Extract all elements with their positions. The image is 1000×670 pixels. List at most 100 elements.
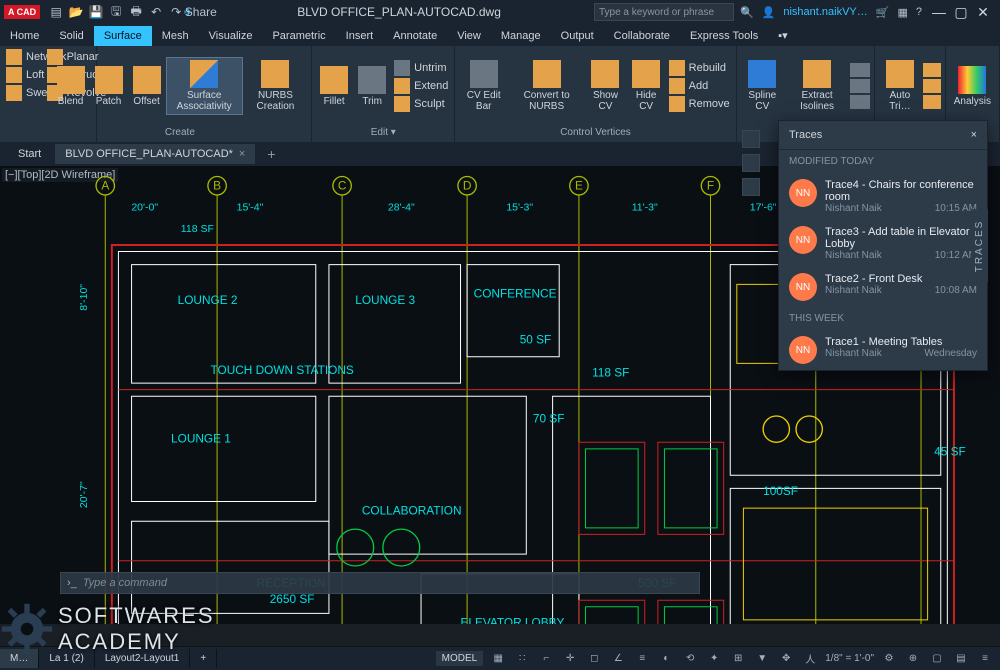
curve-extra-icon[interactable] xyxy=(850,63,870,77)
patch-button[interactable]: Patch xyxy=(91,64,127,109)
vp-cube-icon[interactable] xyxy=(742,154,760,172)
customize-icon[interactable]: ≡ xyxy=(976,650,994,668)
search-input[interactable]: Type a keyword or phrase xyxy=(594,3,734,21)
nurbs-creation-button[interactable]: NURBS Creation xyxy=(244,58,307,114)
hide-cv-button[interactable]: Hide CV xyxy=(628,58,665,114)
snap-icon[interactable]: ∷ xyxy=(513,650,531,668)
extract-isolines-button[interactable]: Extract Isolines xyxy=(786,58,848,114)
tab-manage[interactable]: Manage xyxy=(491,26,551,46)
trace-item[interactable]: NNTrace3 - Add table in Elevator LobbyNi… xyxy=(779,220,987,267)
traces-side-tab[interactable]: TRACES xyxy=(971,209,988,282)
traces-close-icon[interactable]: × xyxy=(971,129,977,141)
share-button[interactable]: ✈ Share xyxy=(188,4,204,20)
minimize-button[interactable]: — xyxy=(930,4,948,21)
3dosnap-icon[interactable]: ✦ xyxy=(705,650,723,668)
new-file-tab[interactable]: + xyxy=(259,146,283,162)
app-icon[interactable]: ▦ xyxy=(897,6,907,19)
analysis-button[interactable]: Analysis xyxy=(950,64,995,109)
tab-solid[interactable]: Solid xyxy=(49,26,93,46)
layout-tab-model[interactable]: M… xyxy=(0,649,39,668)
gizmo-icon[interactable]: ✥ xyxy=(777,650,795,668)
cmdline-chevron-icon[interactable]: ›_ xyxy=(61,577,83,589)
scale-readout[interactable]: 1/8" = 1'-0" xyxy=(825,653,874,664)
vp-nav-icon[interactable] xyxy=(742,178,760,196)
hardware-icon[interactable]: ▢ xyxy=(928,650,946,668)
help-icon[interactable]: ? xyxy=(916,6,922,18)
project-extra-icon[interactable] xyxy=(923,63,941,77)
spline-cv-button[interactable]: Spline CV xyxy=(741,58,784,114)
saveas-icon[interactable]: 🖫 xyxy=(108,4,124,20)
layout-tab-1[interactable]: La 1 (2) xyxy=(39,649,94,668)
filter-icon[interactable]: ▼ xyxy=(753,650,771,668)
file-tab-active[interactable]: BLVD OFFICE_PLAN-AUTOCAD*× xyxy=(55,144,255,164)
isolate-icon[interactable]: ⊕ xyxy=(904,650,922,668)
trace-item[interactable]: NNTrace2 - Front DeskNishant Naik10:08 A… xyxy=(779,267,987,307)
trim-button[interactable]: Trim xyxy=(354,64,390,109)
layout-tab-plus[interactable]: + xyxy=(190,649,217,668)
trace-item[interactable]: NNTrace1 - Meeting TablesNishant NaikWed… xyxy=(779,330,987,370)
curve-extra3-icon[interactable] xyxy=(850,95,870,109)
remove-button[interactable]: Remove xyxy=(667,95,732,113)
cart-icon[interactable]: 🛒 xyxy=(876,6,890,19)
search-icon[interactable]: 🔍 xyxy=(740,6,754,19)
offset-button[interactable]: Offset xyxy=(129,64,165,109)
redo-icon[interactable]: ↷ xyxy=(168,4,184,20)
layout-tab-2[interactable]: Layout2-Layout1 xyxy=(95,649,191,668)
undo-icon[interactable]: ↶ xyxy=(148,4,164,20)
project-extra2-icon[interactable] xyxy=(923,79,941,93)
tab-output[interactable]: Output xyxy=(551,26,604,46)
vp-close-icon[interactable] xyxy=(742,130,760,148)
lineweight-icon[interactable]: ≡ xyxy=(633,650,651,668)
dynucs-icon[interactable]: ⊞ xyxy=(729,650,747,668)
show-cv-button[interactable]: Show CV xyxy=(585,58,625,114)
ortho-icon[interactable]: ⌐ xyxy=(537,650,555,668)
cv-edit-bar-button[interactable]: CV Edit Bar xyxy=(459,58,508,114)
tab-parametric[interactable]: Parametric xyxy=(262,26,335,46)
tab-annotate[interactable]: Annotate xyxy=(383,26,447,46)
trace-item[interactable]: NNTrace4 - Chairs for conference roomNis… xyxy=(779,173,987,220)
otrack-icon[interactable]: ∠ xyxy=(609,650,627,668)
command-line[interactable]: ›_ Type a command xyxy=(60,572,700,594)
user-name[interactable]: nishant.naikVY… xyxy=(783,6,867,18)
add-button[interactable]: Add xyxy=(667,77,732,95)
file-tab-start[interactable]: Start xyxy=(8,144,51,164)
grid-icon[interactable]: ▦ xyxy=(489,650,507,668)
open-icon[interactable]: 📂 xyxy=(68,4,84,20)
untrim-button[interactable]: Untrim xyxy=(392,59,450,77)
osnap-icon[interactable]: ◻ xyxy=(585,650,603,668)
fillet-button[interactable]: Fillet xyxy=(316,64,352,109)
curve-extra2-icon[interactable] xyxy=(850,79,870,93)
tab-insert[interactable]: Insert xyxy=(336,26,384,46)
gear-icon[interactable]: ⚙ xyxy=(880,650,898,668)
tab-mesh[interactable]: Mesh xyxy=(152,26,199,46)
surface-associativity-button[interactable]: Surface Associativity xyxy=(167,58,242,114)
status-model[interactable]: MODEL xyxy=(436,651,484,666)
close-button[interactable]: ✕ xyxy=(974,4,992,21)
restore-button[interactable]: ▢ xyxy=(952,4,970,21)
tab-view[interactable]: View xyxy=(447,26,491,46)
tab-overflow[interactable]: ▪▾ xyxy=(768,25,797,46)
new-icon[interactable]: ▤ xyxy=(48,4,64,20)
tab-home[interactable]: Home xyxy=(0,26,49,46)
cycling-icon[interactable]: ⟲ xyxy=(681,650,699,668)
ribbon-group-create: Blend Patch Offset Surface Associativity… xyxy=(49,46,313,142)
tab-expresstools[interactable]: Express Tools xyxy=(680,26,768,46)
blend-button[interactable]: Blend xyxy=(53,64,89,109)
annoscale-icon[interactable]: 人 xyxy=(801,650,819,668)
rebuild-button[interactable]: Rebuild xyxy=(667,59,732,77)
close-file-icon[interactable]: × xyxy=(239,148,245,160)
plot-icon[interactable]: 🖶 xyxy=(128,4,144,20)
extend-button[interactable]: Extend xyxy=(392,77,450,95)
tab-collaborate[interactable]: Collaborate xyxy=(604,26,680,46)
sculpt-button[interactable]: Sculpt xyxy=(392,95,450,113)
clean-icon[interactable]: ▤ xyxy=(952,650,970,668)
project-extra3-icon[interactable] xyxy=(923,95,941,109)
convert-nurbs-button[interactable]: Convert to NURBS xyxy=(510,58,583,114)
save-icon[interactable]: 💾 xyxy=(88,4,104,20)
auto-trim-button[interactable]: Auto Tri… xyxy=(879,58,921,114)
transparency-icon[interactable]: ◐ xyxy=(657,650,675,668)
polar-icon[interactable]: ✛ xyxy=(561,650,579,668)
tab-visualize[interactable]: Visualize xyxy=(199,26,263,46)
tab-surface[interactable]: Surface xyxy=(94,26,152,46)
user-icon[interactable]: 👤 xyxy=(762,6,776,19)
